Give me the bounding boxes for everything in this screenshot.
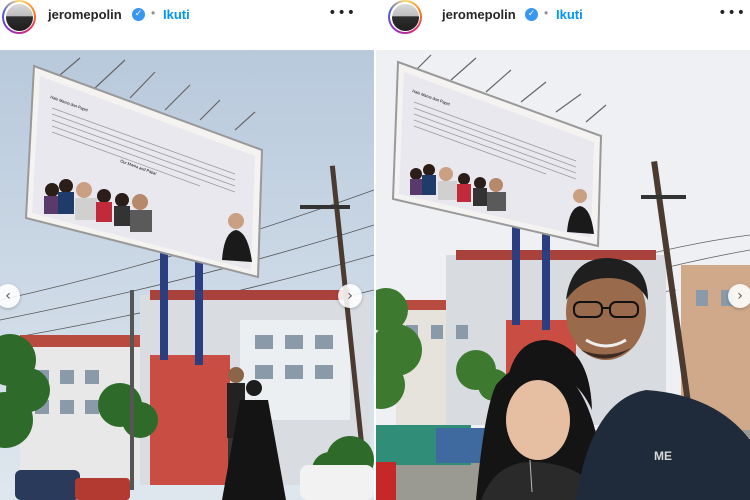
instagram-post-left: jeromepolin ✓ • Ikuti ••• Halo Mama dan … <box>0 0 374 500</box>
next-photo-button[interactable]: › <box>728 284 750 308</box>
header-separator: • <box>151 6 156 20</box>
next-photo-button[interactable]: › <box>338 284 362 308</box>
post-photo: Halo Mama dan Papa! ME › <box>376 50 750 500</box>
profile-avatar[interactable] <box>388 0 422 34</box>
more-options-icon[interactable]: ••• <box>328 5 356 21</box>
follow-button[interactable]: Ikuti <box>556 7 583 22</box>
profile-avatar[interactable] <box>2 0 36 34</box>
username-link[interactable]: jeromepolin <box>442 7 516 22</box>
username-link[interactable]: jeromepolin <box>48 7 122 22</box>
header-separator: • <box>544 6 549 20</box>
post-header: jeromepolin ✓ • Ikuti ••• <box>376 0 750 34</box>
more-options-icon[interactable]: ••• <box>718 5 746 21</box>
post-photo: Halo Mama dan Papa! Our Mama and Papa! ‹… <box>0 50 374 500</box>
shirt-print: ME <box>654 449 672 463</box>
post-header: jeromepolin ✓ • Ikuti ••• <box>0 0 374 34</box>
verified-badge-icon: ✓ <box>132 8 145 21</box>
instagram-post-right: jeromepolin ✓ • Ikuti ••• Halo Mama dan … <box>376 0 750 500</box>
billboard-photo-left: Halo Mama dan Papa! Our Mama and Papa! <box>0 50 374 500</box>
selfie-photo-right: Halo Mama dan Papa! ME <box>376 50 750 500</box>
verified-badge-icon: ✓ <box>525 8 538 21</box>
follow-button[interactable]: Ikuti <box>163 7 190 22</box>
